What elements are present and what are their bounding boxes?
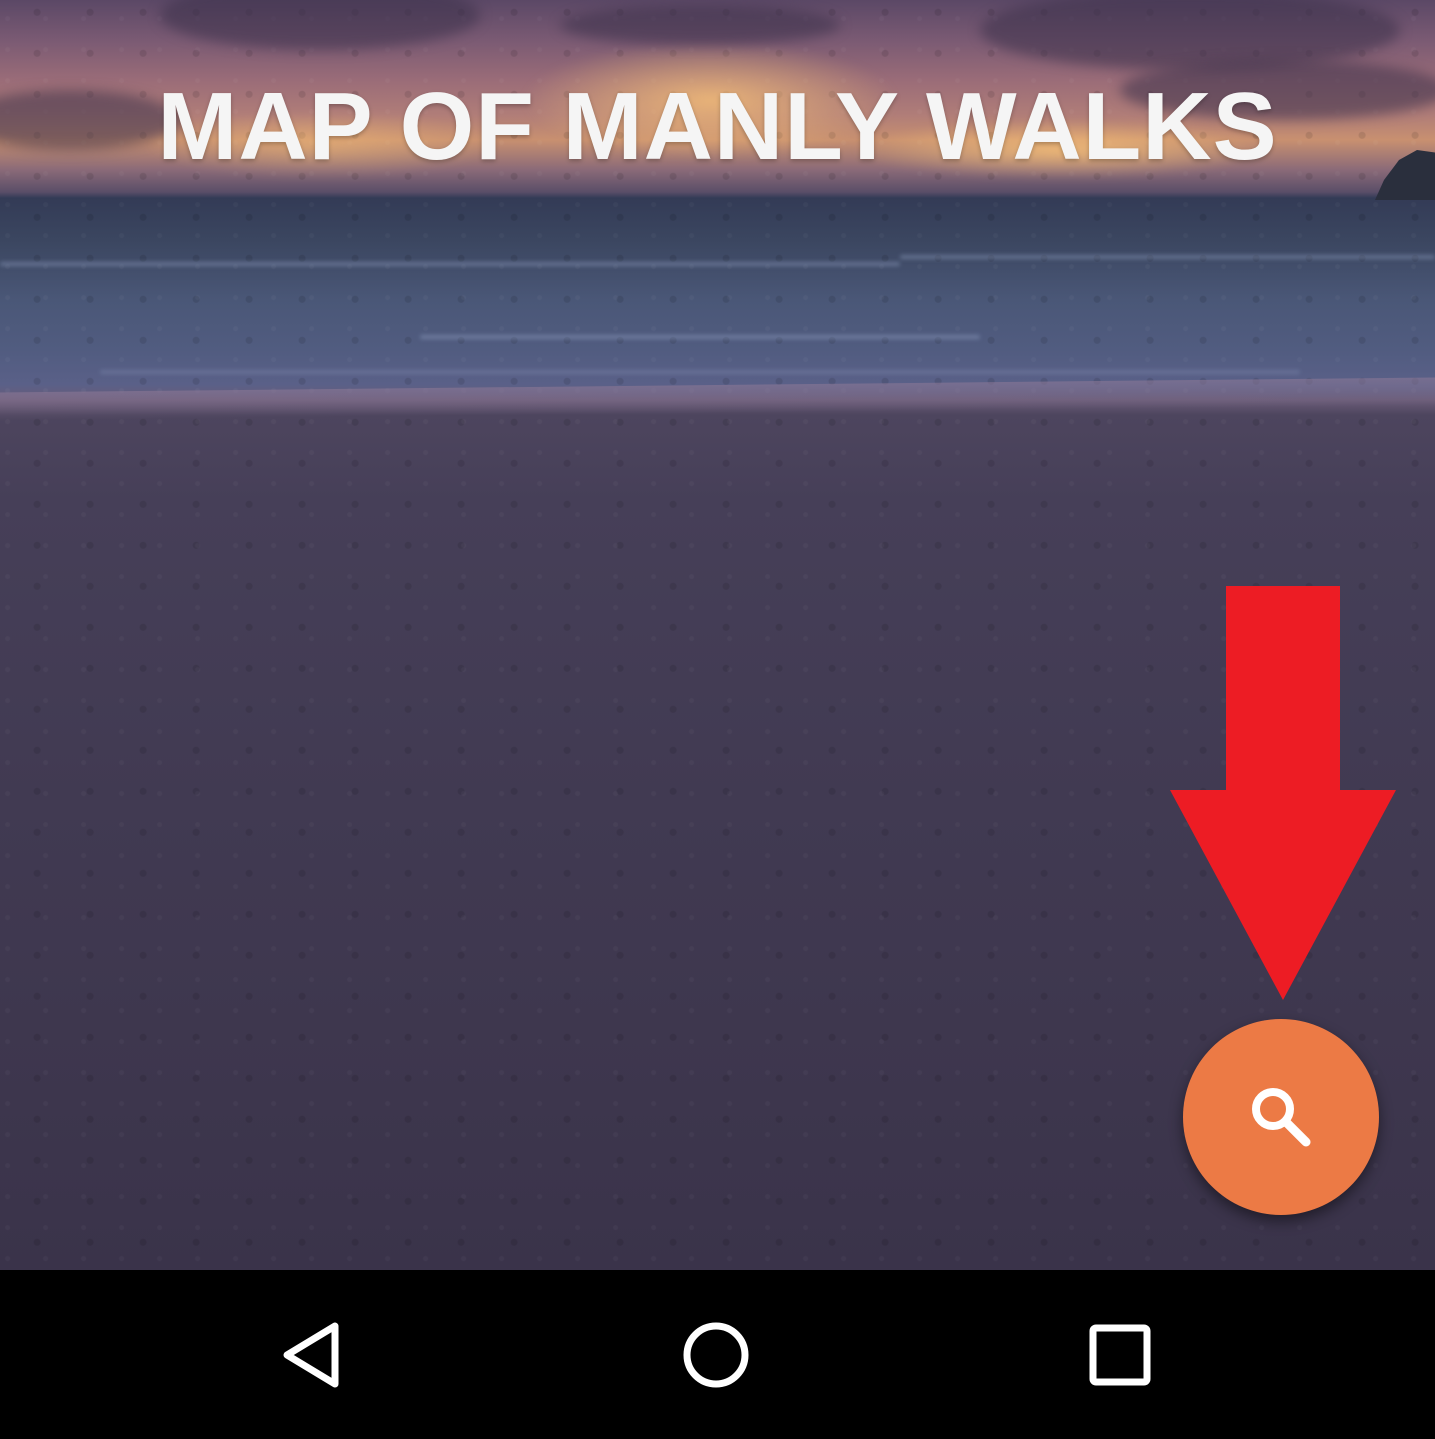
- search-icon: [1252, 1088, 1311, 1147]
- back-triangle-icon: [283, 1322, 339, 1387]
- app-screen: MAP OF MANLY WALKS: [0, 0, 1435, 1270]
- cloud: [560, 5, 840, 45]
- wave-line: [420, 335, 980, 339]
- recents-button[interactable]: [1020, 1270, 1220, 1439]
- wave-line: [900, 255, 1435, 259]
- back-button[interactable]: [212, 1270, 412, 1439]
- home-circle-icon: [683, 1322, 749, 1387]
- search-button[interactable]: [1183, 1019, 1379, 1215]
- page-title: MAP OF MANLY WALKS: [157, 73, 1278, 180]
- down-arrow-icon: [1170, 586, 1396, 1000]
- system-navigation-bar: [0, 1270, 1435, 1439]
- wave-line: [0, 262, 900, 266]
- home-button[interactable]: [616, 1270, 816, 1439]
- recents-square-icon: [1089, 1324, 1151, 1385]
- wave-line: [100, 370, 1300, 374]
